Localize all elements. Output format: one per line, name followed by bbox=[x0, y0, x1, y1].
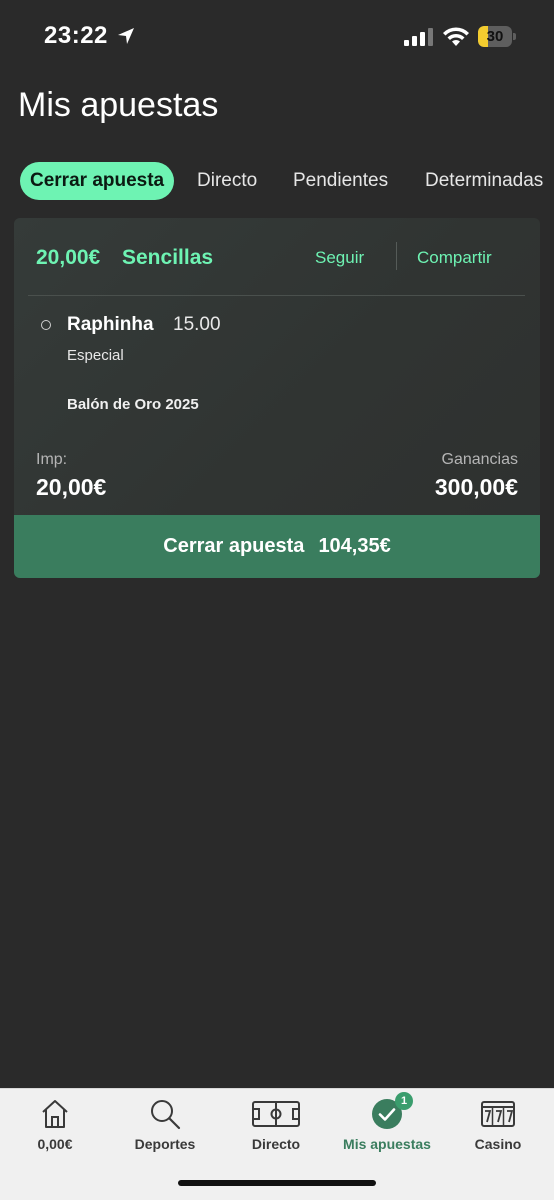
winnings-value: 300,00€ bbox=[434, 474, 518, 500]
screen: 23:22 30 Mis apuestas Cerrar apuesta Dir… bbox=[0, 0, 554, 1200]
tab-pendientes[interactable]: Pendientes bbox=[293, 162, 388, 200]
card-divider bbox=[28, 295, 525, 296]
bet-filter-tabs: Cerrar apuesta Directo Pendientes Determ… bbox=[0, 162, 554, 202]
selection-name: Raphinha bbox=[67, 314, 154, 335]
battery-indicator: 30 bbox=[478, 26, 516, 47]
page-title: Mis apuestas bbox=[18, 86, 219, 124]
follow-link[interactable]: Seguir bbox=[315, 248, 364, 268]
link-divider bbox=[396, 242, 397, 270]
selection-odds: 15.00 bbox=[173, 314, 221, 335]
stake-label: Imp: bbox=[36, 451, 68, 468]
battery-percent: 30 bbox=[486, 28, 504, 45]
share-link[interactable]: Compartir bbox=[417, 248, 492, 268]
selection-status-icon bbox=[41, 320, 51, 330]
cashout-button[interactable]: Cerrar apuesta 104,35€ bbox=[14, 515, 540, 578]
selection-event: Balón de Oro 2025 bbox=[67, 396, 199, 413]
nav-item-mis-apuestas[interactable]: 1 Mis apuestas bbox=[332, 1089, 442, 1169]
nav-label-directo: Directo bbox=[251, 1136, 301, 1152]
nav-item-home[interactable]: 0,00€ bbox=[0, 1089, 110, 1169]
status-time: 23:22 bbox=[44, 22, 108, 49]
search-icon bbox=[151, 1100, 181, 1130]
selection-market: Especial bbox=[67, 347, 124, 364]
tab-determinadas[interactable]: Determinadas bbox=[425, 162, 543, 200]
home-icon bbox=[42, 1100, 68, 1128]
wifi-icon bbox=[443, 27, 469, 46]
stake-value: 20,00€ bbox=[36, 474, 107, 500]
nav-item-casino[interactable]: Casino bbox=[443, 1089, 553, 1169]
nav-label-deportes: Deportes bbox=[134, 1136, 196, 1152]
cellular-signal-icon bbox=[404, 28, 433, 46]
tab-directo[interactable]: Directo bbox=[197, 162, 257, 200]
bet-type: Sencillas bbox=[122, 246, 214, 269]
home-indicator[interactable] bbox=[178, 1180, 376, 1186]
bet-stake-header: 20,00€ bbox=[36, 246, 101, 269]
winnings-label: Ganancias bbox=[441, 451, 519, 468]
pitch-icon bbox=[252, 1101, 300, 1127]
nav-label-mis-apuestas: Mis apuestas bbox=[343, 1136, 431, 1152]
location-arrow-icon bbox=[118, 28, 134, 44]
cashout-amount: 104,35€ bbox=[318, 535, 391, 557]
cashout-label: Cerrar apuesta bbox=[163, 535, 305, 557]
bet-card: 20,00€ Sencillas Seguir Compartir Raphin… bbox=[14, 218, 540, 578]
nav-label-casino: Casino bbox=[474, 1136, 522, 1152]
nav-label-home: 0,00€ bbox=[37, 1136, 73, 1152]
tab-cerrar-apuesta[interactable]: Cerrar apuesta bbox=[20, 162, 175, 200]
nav-item-directo[interactable]: Directo bbox=[221, 1089, 331, 1169]
bets-count-badge: 1 bbox=[395, 1092, 413, 1110]
slot-machine-icon bbox=[481, 1101, 515, 1127]
status-bar: 23:22 30 bbox=[0, 0, 554, 70]
nav-item-deportes[interactable]: Deportes bbox=[110, 1089, 220, 1169]
